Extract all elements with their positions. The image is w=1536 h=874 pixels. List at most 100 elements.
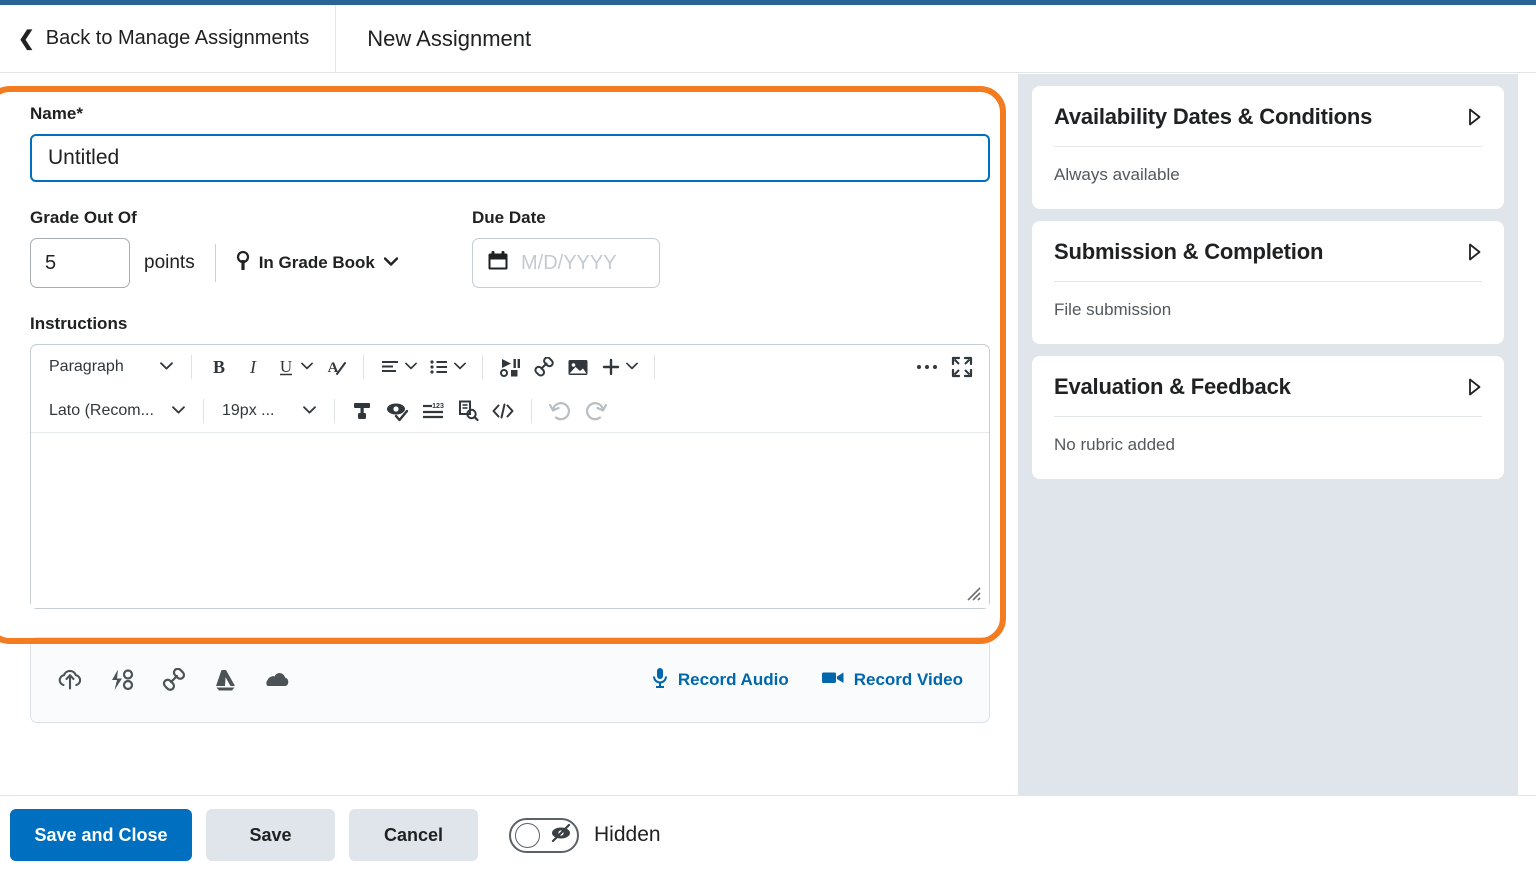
divider <box>334 398 335 423</box>
chevron-down-icon <box>172 405 185 417</box>
availability-dates-header[interactable]: Availability Dates & Conditions <box>1054 104 1482 130</box>
due-date-group: Due Date M/D/YYYY <box>472 208 772 288</box>
divider <box>191 355 192 379</box>
onedrive-icon[interactable] <box>265 668 293 692</box>
page-title: New Assignment <box>367 25 532 51</box>
svg-text:123: 123 <box>432 403 444 410</box>
quicklink-icon[interactable] <box>109 668 135 692</box>
back-to-manage-assignments-link[interactable]: ❮ Back to Manage Assignments <box>0 4 337 73</box>
instructions-editor-body[interactable] <box>31 434 989 608</box>
chevron-down-icon <box>383 257 399 269</box>
grade-out-of-label: Grade Out Of <box>30 208 137 227</box>
microphone-icon <box>651 667 669 694</box>
due-date-label: Due Date <box>472 208 546 227</box>
svg-text:I: I <box>249 357 257 377</box>
grade-and-due-row: Grade Out Of points In Grade Book <box>30 208 992 288</box>
editor-toolbar-row-2: Lato (Recom... 19px ... 123 <box>31 389 989 433</box>
instructions-rich-text-editor: Paragraph B I U A Lato (Recom... 19px ..… <box>30 344 990 609</box>
expand-triangle-icon <box>1467 243 1482 261</box>
undo-button[interactable] <box>542 394 578 428</box>
keyhole-pin-icon <box>236 250 250 276</box>
source-code-button[interactable] <box>485 394 521 428</box>
record-audio-button[interactable]: Record Audio <box>651 667 789 694</box>
editor-resize-grip[interactable] <box>964 584 982 602</box>
underline-button[interactable]: U <box>270 350 319 384</box>
accessibility-check-button[interactable] <box>379 394 415 428</box>
calendar-icon <box>487 250 509 277</box>
assignment-form-column: Name* Grade Out Of points In Grade B <box>0 74 1018 795</box>
chevron-down-icon <box>160 361 173 373</box>
insert-quicklink-button[interactable] <box>527 350 561 384</box>
redo-button[interactable] <box>578 394 614 428</box>
divider <box>482 355 483 379</box>
clear-formatting-button[interactable]: A <box>319 350 353 384</box>
fullscreen-button[interactable] <box>945 350 979 384</box>
divider <box>1054 146 1482 147</box>
editor-toolbar-row-1: Paragraph B I U A <box>31 345 989 389</box>
action-bar: Save and Close Save Cancel Hidden <box>0 795 1536 874</box>
evaluation-feedback-header[interactable]: Evaluation & Feedback <box>1054 374 1482 400</box>
submission-completion-header[interactable]: Submission & Completion <box>1054 239 1482 265</box>
record-video-button[interactable]: Record Video <box>821 669 963 691</box>
preview-button[interactable] <box>451 394 485 428</box>
chevron-down-icon <box>405 361 417 373</box>
expand-triangle-icon <box>1467 378 1482 396</box>
paragraph-style-select[interactable]: Paragraph <box>41 350 181 384</box>
assignment-options-sidebar: Availability Dates & Conditions Always a… <box>1018 74 1518 795</box>
back-link-label: Back to Manage Assignments <box>45 27 310 49</box>
grade-points-input[interactable] <box>30 238 130 288</box>
chevron-left-icon: ❮ <box>18 27 35 50</box>
sidebar-gutter <box>1518 74 1536 795</box>
more-options-button[interactable] <box>909 350 945 384</box>
grade-out-of-group: Grade Out Of points In Grade Book <box>30 208 472 288</box>
link-icon[interactable] <box>161 668 187 692</box>
visibility-toggle[interactable] <box>509 817 579 853</box>
italic-button[interactable]: I <box>236 350 270 384</box>
due-date-field[interactable]: M/D/YYYY <box>472 238 660 288</box>
insert-media-button[interactable] <box>493 350 527 384</box>
availability-dates-card: Availability Dates & Conditions Always a… <box>1032 86 1504 209</box>
save-button[interactable]: Save <box>206 809 335 861</box>
font-size-select[interactable]: 19px ... <box>214 394 324 428</box>
align-button[interactable] <box>374 350 423 384</box>
chevron-down-icon <box>454 361 466 373</box>
attachment-toolbar: Record Audio Record Video <box>30 637 990 723</box>
eye-slash-icon <box>549 823 573 847</box>
cancel-button[interactable]: Cancel <box>349 809 478 861</box>
divider <box>363 355 364 379</box>
availability-summary: Always available <box>1054 165 1180 184</box>
save-and-close-button[interactable]: Save and Close <box>10 809 192 861</box>
list-button[interactable] <box>423 350 472 384</box>
bold-button[interactable]: B <box>202 350 236 384</box>
evaluation-summary: No rubric added <box>1054 435 1175 454</box>
assignment-name-input[interactable] <box>30 134 990 182</box>
card-title: Evaluation & Feedback <box>1054 374 1291 399</box>
name-field-label: Name* <box>30 104 83 123</box>
upload-file-icon[interactable] <box>57 668 83 692</box>
insert-image-button[interactable] <box>561 350 595 384</box>
svg-text:B: B <box>213 357 225 377</box>
divider <box>203 398 204 423</box>
in-grade-book-dropdown[interactable]: In Grade Book <box>236 250 399 276</box>
card-title: Submission & Completion <box>1054 239 1324 264</box>
assignment-form: Name* Grade Out Of points In Grade B <box>30 104 992 723</box>
divider <box>531 398 532 423</box>
record-audio-label: Record Audio <box>677 670 789 689</box>
points-unit-label: points <box>144 252 195 273</box>
insert-more-button[interactable] <box>595 350 644 384</box>
chevron-down-icon <box>301 361 313 373</box>
font-family-select[interactable]: Lato (Recom... <box>41 394 193 428</box>
in-grade-book-label: In Grade Book <box>258 253 375 272</box>
video-camera-icon <box>821 669 845 691</box>
word-count-button[interactable]: 123 <box>415 394 451 428</box>
google-drive-icon[interactable] <box>213 668 239 692</box>
expand-triangle-icon <box>1467 108 1482 126</box>
instructions-label: Instructions <box>30 314 128 333</box>
format-painter-button[interactable] <box>345 394 379 428</box>
toggle-knob <box>515 822 540 848</box>
record-video-label: Record Video <box>853 670 963 689</box>
divider <box>1054 416 1482 417</box>
submission-summary: File submission <box>1054 300 1172 319</box>
due-date-placeholder: M/D/YYYY <box>521 251 617 274</box>
divider <box>1054 281 1482 282</box>
